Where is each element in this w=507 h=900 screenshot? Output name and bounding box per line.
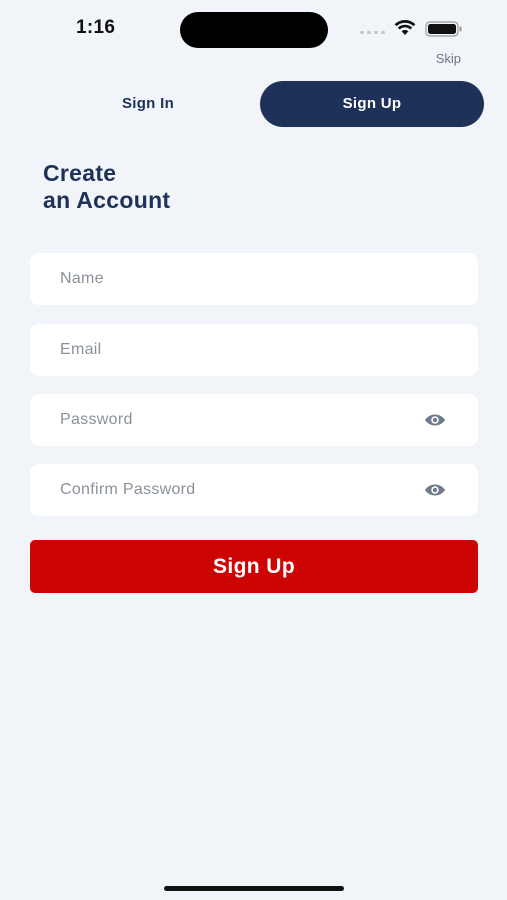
page-title-line-2: an Account — [43, 187, 171, 213]
dynamic-island — [180, 12, 328, 48]
sign-up-button[interactable]: Sign Up — [30, 540, 478, 593]
eye-icon[interactable] — [424, 411, 446, 429]
password-field-container — [30, 394, 478, 446]
eye-icon[interactable] — [424, 481, 446, 499]
email-input[interactable] — [30, 324, 478, 376]
cellular-signal-icon — [360, 31, 385, 34]
password-input[interactable] — [30, 394, 478, 446]
battery-icon — [425, 21, 462, 37]
tab-sign-in[interactable]: Sign In — [36, 81, 260, 127]
confirm-password-input[interactable] — [30, 464, 478, 516]
auth-tab-bar: Sign In Sign Up — [36, 81, 484, 127]
page-title: Create an Account — [43, 160, 170, 214]
tab-sign-up[interactable]: Sign Up — [260, 81, 484, 127]
email-field-container — [30, 324, 478, 376]
skip-link[interactable]: Skip — [436, 51, 461, 66]
page-title-line-1: Create — [43, 160, 117, 186]
status-bar: 1:16 — [0, 0, 507, 56]
name-input[interactable] — [30, 253, 478, 305]
wifi-icon — [394, 20, 416, 35]
name-field-container — [30, 253, 478, 305]
status-time: 1:16 — [76, 17, 116, 38]
confirm-password-field-container — [30, 464, 478, 516]
home-indicator[interactable] — [164, 886, 344, 891]
